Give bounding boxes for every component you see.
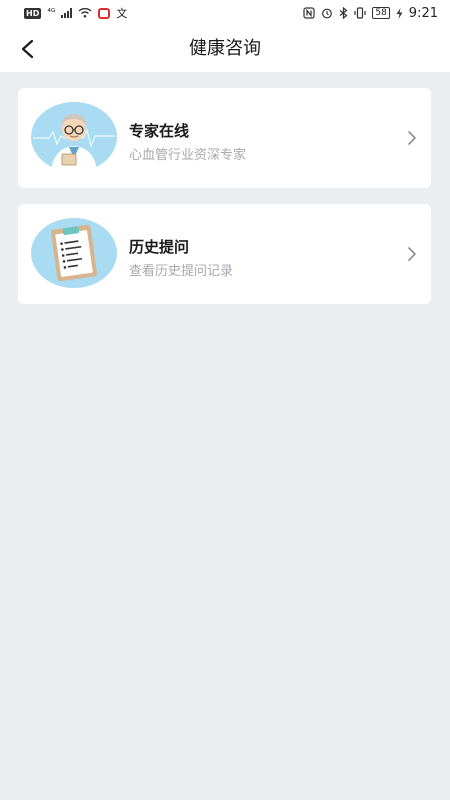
- charging-icon: [396, 7, 403, 19]
- question-history-card[interactable]: 历史提问 查看历史提问记录: [18, 204, 431, 304]
- chevron-right-icon: [408, 131, 416, 145]
- bluetooth-icon: [339, 7, 348, 19]
- status-right: 58 9:21: [303, 6, 438, 21]
- hd-badge: HD: [24, 7, 42, 19]
- wifi-icon: [78, 8, 92, 18]
- notification-icon: [98, 7, 111, 19]
- clipboard-icon: [31, 218, 117, 288]
- expert-online-card[interactable]: 专家在线 心血管行业资深专家: [18, 88, 431, 188]
- status-left: HD ⁴ᴳ 文: [24, 5, 127, 21]
- ime-icon: 文: [116, 7, 128, 20]
- alarm-icon: [322, 8, 333, 19]
- card-title: 专家在线: [129, 122, 190, 140]
- status-bar: HD ⁴ᴳ 文 58 9:21: [0, 0, 450, 26]
- battery-level: 58: [372, 7, 390, 19]
- network-label: ⁴ᴳ: [47, 8, 56, 18]
- signal-icon: [61, 8, 73, 18]
- page-title: 健康咨询: [189, 38, 261, 59]
- chevron-right-icon: [408, 247, 416, 261]
- vibrate-icon: [354, 7, 366, 19]
- nav-bar: 健康咨询: [0, 26, 450, 72]
- card-subtitle: 查看历史提问记录: [129, 264, 234, 279]
- nfc-icon: [303, 7, 315, 19]
- doctor-avatar-icon: [31, 102, 117, 172]
- card-subtitle: 心血管行业资深专家: [129, 148, 247, 163]
- card-title: 历史提问: [129, 238, 190, 256]
- clock: 9:21: [408, 5, 438, 21]
